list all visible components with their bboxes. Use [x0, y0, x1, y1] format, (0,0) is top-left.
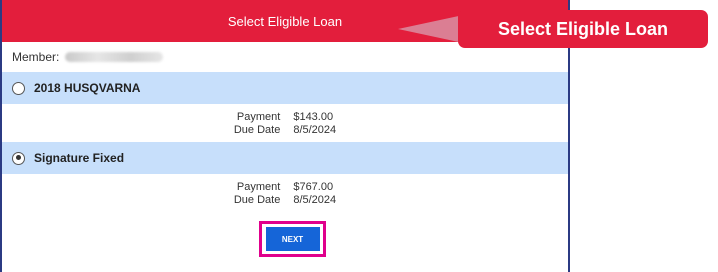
next-button[interactable]: NEXT — [265, 227, 320, 251]
page-title: Select Eligible Loan — [227, 13, 343, 29]
loan-details-husqvarna: Payment $143.00 Due Date 8/5/2024 — [2, 104, 568, 142]
loan-name: Signature Fixed — [34, 151, 125, 165]
payment-label: Payment — [236, 180, 281, 193]
due-date-value: 8/5/2024 — [293, 123, 337, 136]
due-date-label: Due Date — [233, 123, 281, 136]
payment-value: $767.00 — [293, 180, 334, 193]
loan-option-signature-fixed[interactable]: Signature Fixed — [2, 142, 568, 174]
due-date-value: 8/5/2024 — [293, 193, 337, 206]
next-button-highlight: NEXT — [259, 221, 326, 257]
radio-husqvarna[interactable] — [12, 81, 25, 95]
payment-value: $143.00 — [293, 110, 334, 123]
callout-text: Select Eligible Loan — [497, 18, 669, 39]
loan-option-husqvarna[interactable]: 2018 HUSQVARNA — [2, 72, 568, 104]
member-name-redacted — [65, 52, 164, 62]
radio-signature-fixed[interactable] — [12, 151, 25, 165]
loan-name: 2018 HUSQVARNA — [34, 81, 141, 95]
member-label: Member: — [12, 50, 60, 64]
due-date-label: Due Date — [233, 193, 281, 206]
payment-label: Payment — [236, 110, 281, 123]
loan-details-signature-fixed: Payment $767.00 Due Date 8/5/2024 — [2, 174, 568, 212]
callout-label: Select Eligible Loan — [458, 10, 708, 48]
